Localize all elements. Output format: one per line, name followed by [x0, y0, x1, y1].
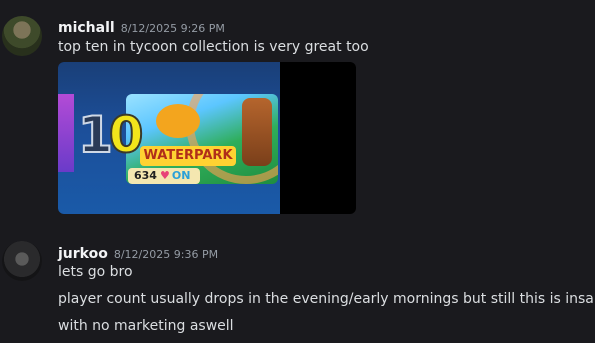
rank-digit-0: 0	[108, 105, 145, 165]
duck-mascot-art	[156, 104, 200, 138]
tiki-statue-art	[242, 98, 272, 166]
message-text: top ten in tycoon collection is very gre…	[58, 39, 369, 55]
rank-digit-1: 1	[77, 105, 114, 165]
message-header: michall 8/12/2025 9:26 PM	[58, 17, 225, 36]
timestamp: 8/12/2025 9:36 PM	[113, 248, 219, 261]
message-text: with no marketing aswell	[58, 318, 234, 334]
username[interactable]: michall	[58, 20, 115, 36]
timestamp: 8/12/2025 9:26 PM	[120, 22, 225, 35]
username[interactable]: jurkoo	[58, 246, 108, 262]
rank-number: 10	[77, 105, 145, 165]
message-text: player count usually drops in the evenin…	[58, 291, 595, 307]
message-text: lets go bro	[58, 264, 133, 280]
game-title-logo: WATERPARK	[140, 146, 236, 166]
avatar[interactable]	[2, 241, 42, 281]
logo-suffix: ON	[171, 169, 191, 182]
message-header: jurkoo 8/12/2025 9:36 PM	[58, 243, 218, 262]
player-count: 634	[134, 169, 157, 182]
game-thumbnail: WATERPARK 634 ♥ ON 10	[58, 62, 280, 214]
previous-thumbnail-edge	[58, 94, 74, 172]
avatar[interactable]	[2, 16, 42, 56]
heart-icon: ♥	[159, 169, 170, 182]
player-count-badge: 634 ♥ ON	[128, 168, 200, 184]
image-embed[interactable]: WATERPARK 634 ♥ ON 10	[58, 62, 356, 214]
game-artwork: WATERPARK 634 ♥ ON	[126, 94, 278, 184]
